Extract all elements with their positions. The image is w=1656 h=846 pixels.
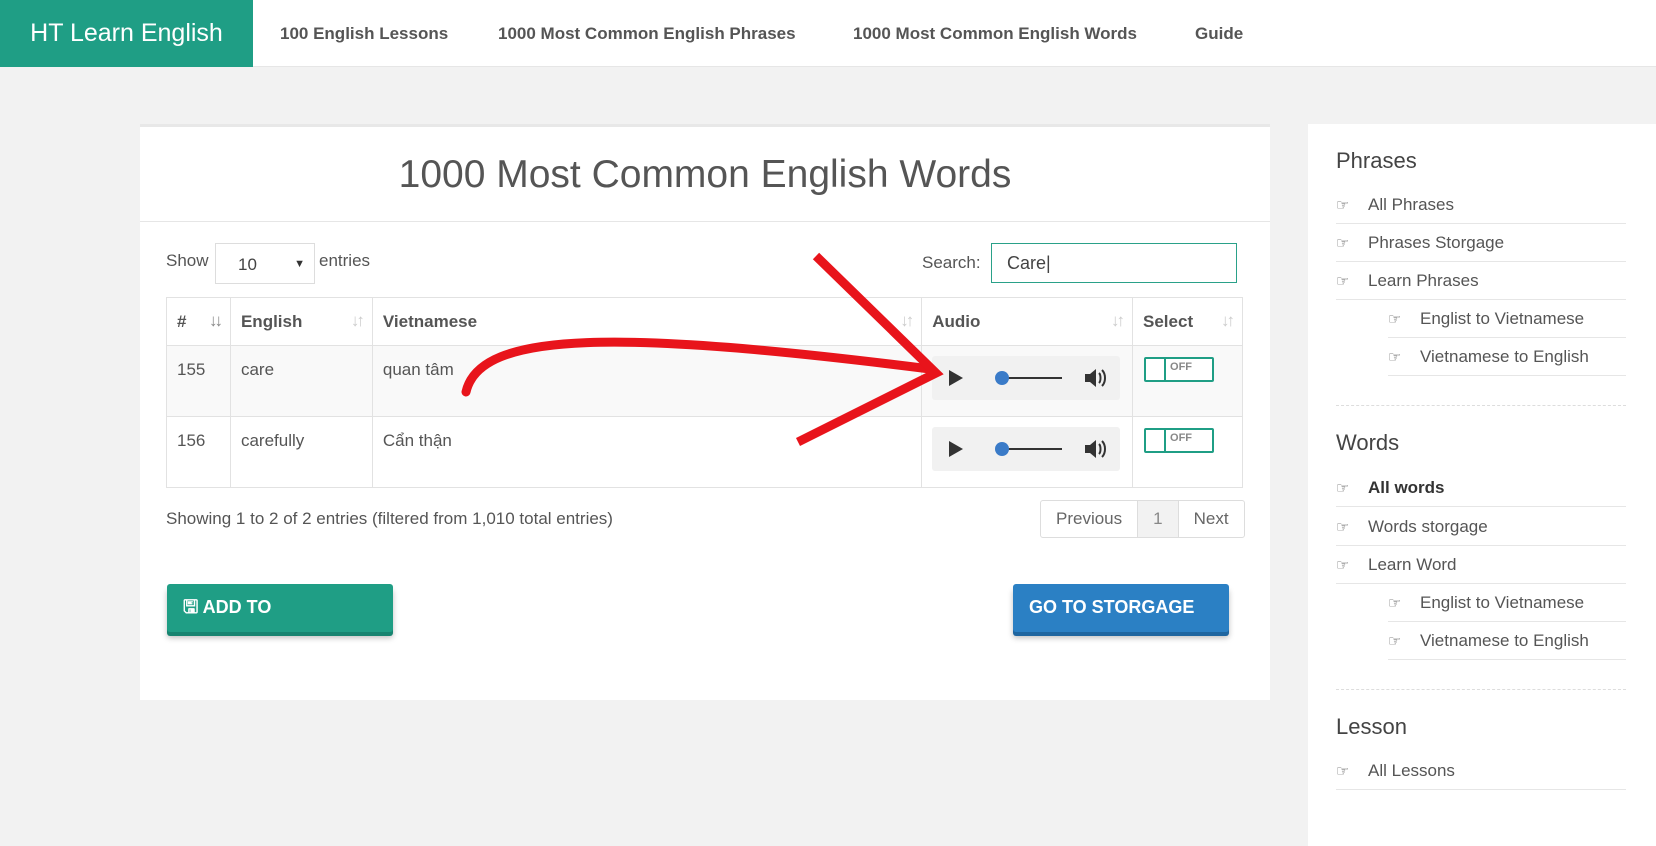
play-icon[interactable] — [949, 370, 964, 386]
nav-common-words[interactable]: 1000 Most Common English Words — [853, 0, 1137, 67]
audio-progress-handle[interactable] — [995, 442, 1010, 456]
table-row: 155 care quan tâm OFF — [166, 345, 1243, 417]
sidebar-item-words-storage[interactable]: ☞ Words storgage — [1336, 508, 1626, 546]
entries-select[interactable]: 10 ▼ — [215, 243, 315, 284]
hand-pointer-icon: ☞ — [1388, 311, 1402, 328]
toggle-handle — [1146, 359, 1167, 380]
hand-pointer-icon: ☞ — [1336, 519, 1350, 536]
hand-pointer-icon: ☞ — [1336, 480, 1350, 497]
entries-select-value: 10 — [238, 255, 257, 274]
volume-icon[interactable] — [1082, 436, 1108, 462]
search-input-value: Care — [1007, 253, 1047, 273]
table-info: Showing 1 to 2 of 2 entries (filtered fr… — [166, 509, 613, 528]
cell-english: carefully — [229, 416, 373, 488]
hand-pointer-icon: ☞ — [1388, 349, 1402, 366]
sidebar-heading-words: Words — [1336, 430, 1400, 455]
cell-vietnamese: quan tâm — [371, 345, 923, 417]
pager-next[interactable]: Next — [1177, 501, 1244, 537]
entries-label: entries — [319, 251, 371, 270]
sidebar-item-learn-word[interactable]: ☞ Learn Word — [1336, 546, 1626, 584]
hand-pointer-icon: ☞ — [1388, 633, 1402, 650]
play-icon[interactable] — [949, 441, 964, 457]
search-input[interactable]: Care| — [991, 243, 1237, 283]
sidebar-item-words-vi-en[interactable]: ☞ Vietnamese to English — [1388, 622, 1626, 660]
sort-icon: ↓↑ — [1111, 311, 1125, 330]
hand-pointer-icon: ☞ — [1336, 235, 1350, 252]
sidebar-item-all-phrases[interactable]: ☞ All Phrases — [1336, 186, 1626, 224]
cell-select: OFF — [1132, 345, 1243, 417]
sidebar-item-phrases-vi-en[interactable]: ☞ Vietnamese to English — [1388, 338, 1626, 376]
search-label: Search: — [922, 253, 981, 272]
col-header-audio[interactable]: Audio ↓↑ — [921, 297, 1134, 346]
sort-icon: ↓↑ — [1221, 311, 1235, 330]
sidebar-item-all-lessons[interactable]: ☞ All Lessons — [1336, 752, 1626, 790]
sort-icon: ↓↑ — [350, 311, 365, 330]
audio-progress-handle[interactable] — [995, 371, 1010, 385]
show-label: Show — [166, 251, 209, 270]
pager-previous[interactable]: Previous — [1041, 501, 1137, 537]
cell-num: 155 — [166, 345, 231, 417]
cell-audio — [921, 345, 1134, 417]
nav-100-lessons[interactable]: 100 English Lessons — [280, 0, 448, 67]
select-toggle[interactable]: OFF — [1144, 357, 1215, 382]
sidebar-item-words-en-vi[interactable]: ☞ Englist to Vietnamese — [1388, 584, 1626, 622]
cell-num: 156 — [166, 416, 231, 488]
sidebar-item-all-words[interactable]: ☞ All words — [1336, 469, 1626, 507]
hand-pointer-icon: ☞ — [1336, 273, 1350, 290]
pager-page-1[interactable]: 1 — [1137, 501, 1178, 537]
audio-progress-track[interactable] — [1002, 377, 1063, 379]
nav-common-phrases[interactable]: 1000 Most Common English Phrases — [498, 0, 796, 67]
sidebar: Phrases ☞ All Phrases ☞ Phrases Storgage ☞… — [1308, 124, 1656, 846]
brand-link[interactable]: HT Learn English — [0, 0, 253, 67]
top-navbar: HT Learn English 100 English Lessons 100… — [0, 0, 1656, 67]
sidebar-divider — [1336, 689, 1626, 690]
sidebar-item-learn-phrases[interactable]: ☞ Learn Phrases — [1336, 262, 1626, 300]
sidebar-heading-phrases: Phrases — [1336, 148, 1417, 173]
col-header-num[interactable]: # ↓↓ — [166, 297, 231, 346]
sort-icon: ↓↓ — [208, 311, 223, 330]
arrow-right-icon: ➜ — [1029, 643, 1045, 663]
hand-pointer-icon: ☞ — [1336, 197, 1350, 214]
sidebar-divider — [1336, 405, 1626, 406]
hand-pointer-icon: ☞ — [1336, 557, 1350, 574]
volume-icon[interactable] — [1082, 365, 1108, 391]
col-header-english[interactable]: English ↓↑ — [229, 297, 373, 346]
page-title: 1000 Most Common English Words — [140, 127, 1270, 222]
hand-pointer-icon: ☞ — [1336, 763, 1350, 780]
col-header-select[interactable]: Select ↓↑ — [1132, 297, 1243, 346]
sort-icon: ↓↑ — [900, 311, 914, 330]
table-row: 156 carefully Cẩn thận OFF — [166, 416, 1243, 488]
sidebar-item-phrases-en-vi[interactable]: ☞ Englist to Vietnamese — [1388, 300, 1626, 338]
sidebar-item-phrases-storage[interactable]: ☞ Phrases Storgage — [1336, 224, 1626, 262]
col-header-vietnamese[interactable]: Vietnamese ↓↑ — [371, 297, 923, 346]
toggle-state: OFF — [1170, 432, 1193, 444]
audio-player — [932, 356, 1121, 400]
toggle-handle — [1146, 430, 1167, 451]
pagination: Previous 1 Next — [1040, 500, 1245, 538]
table-header-row: # ↓↓ English ↓↑ Vietnamese ↓↑ Audio ↓↑ Selec… — [166, 297, 1243, 346]
cell-select: OFF — [1132, 416, 1243, 488]
audio-player — [932, 427, 1121, 471]
words-panel: 1000 Most Common English Words Show 10 ▼… — [140, 124, 1270, 700]
audio-progress-track[interactable] — [1002, 448, 1063, 450]
go-to-storage-button[interactable]: GO TO STORGAGE ➜ — [1013, 584, 1229, 663]
cell-vietnamese: Cẩn thận — [371, 416, 923, 488]
sidebar-heading-lesson: Lesson — [1336, 714, 1407, 739]
save-icon: 🖫 — [183, 597, 203, 617]
words-table: # ↓↓ English ↓↑ Vietnamese ↓↑ Audio ↓↑ Selec… — [166, 297, 1243, 488]
select-toggle[interactable]: OFF — [1144, 428, 1215, 453]
hand-pointer-icon: ☞ — [1388, 595, 1402, 612]
add-to-storage-button[interactable]: 🖫 ADD TO STORGAGE — [167, 584, 393, 663]
cell-english: care — [229, 345, 373, 417]
toggle-state: OFF — [1170, 361, 1193, 373]
chevron-down-icon: ▼ — [294, 258, 305, 270]
nav-guide[interactable]: Guide — [1195, 0, 1243, 67]
cell-audio — [921, 416, 1134, 488]
